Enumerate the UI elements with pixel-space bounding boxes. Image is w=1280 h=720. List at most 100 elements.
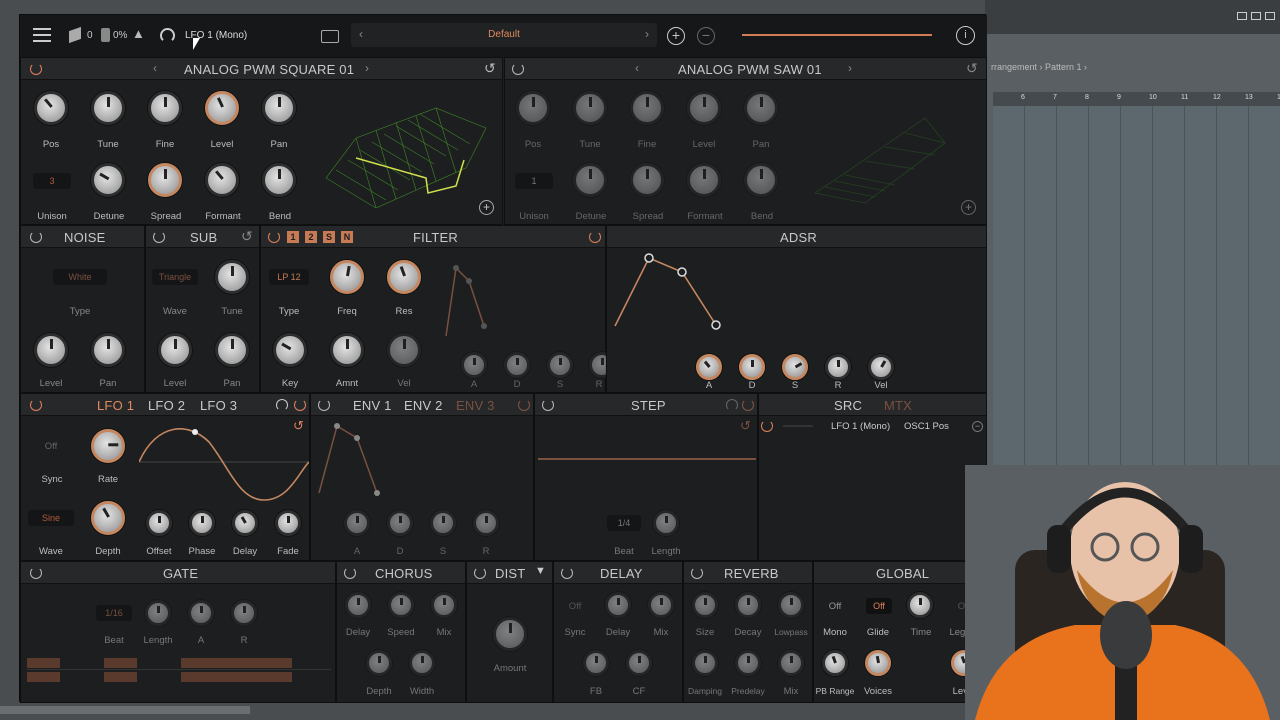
env-retrig-icon[interactable] <box>518 399 530 411</box>
step-reset-icon[interactable]: ↺ <box>740 418 751 434</box>
osc2-unison-value[interactable]: 1 <box>515 173 553 189</box>
env-tab-3[interactable]: ENV 3 <box>456 398 495 413</box>
chorus-width-knob[interactable] <box>409 650 435 676</box>
chorus-delay-knob[interactable] <box>345 592 371 618</box>
osc1-formant-knob[interactable] <box>205 163 239 197</box>
preset-next-icon[interactable]: › <box>645 27 649 41</box>
osc2-reset-icon[interactable]: ↺ <box>966 60 978 77</box>
filter-amnt-knob[interactable] <box>330 333 364 367</box>
reverb-power-icon[interactable] <box>691 567 703 579</box>
filter-env-s-knob[interactable] <box>547 352 573 378</box>
delay-mix-knob[interactable] <box>648 592 674 618</box>
delay-delay-knob[interactable] <box>605 592 631 618</box>
global-glide-value[interactable]: Off <box>866 598 892 614</box>
sub-wave-value[interactable]: Triangle <box>152 269 198 285</box>
filter-type-value[interactable]: LP 12 <box>269 269 309 285</box>
lfo-tab-2[interactable]: LFO 2 <box>148 398 185 413</box>
chorus-depth-knob[interactable] <box>366 650 392 676</box>
lfo-rate-knob[interactable] <box>91 429 125 463</box>
lfo-tab-3[interactable]: LFO 3 <box>200 398 237 413</box>
lfo-power-icon[interactable] <box>30 399 42 411</box>
matrix-src-tab[interactable]: SRC <box>834 398 862 413</box>
sub-tune-knob[interactable] <box>215 260 249 294</box>
reverb-predelay-knob[interactable] <box>735 650 761 676</box>
global-time-knob[interactable] <box>907 592 933 618</box>
lfo-source-icon[interactable] <box>160 28 175 43</box>
adsr-d-knob[interactable] <box>739 354 765 380</box>
delay-cf-knob[interactable] <box>626 650 652 676</box>
info-icon[interactable]: i <box>956 26 975 45</box>
gate-r-knob[interactable] <box>231 600 257 626</box>
lfo-delay-knob[interactable] <box>232 510 258 536</box>
env-a-knob[interactable] <box>344 510 370 536</box>
noise-level-knob[interactable] <box>34 333 68 367</box>
osc1-pan-knob[interactable] <box>262 91 296 125</box>
lfo-reset-icon[interactable]: ↺ <box>293 418 304 434</box>
gate-length-knob[interactable] <box>145 600 171 626</box>
osc2-next-icon[interactable]: › <box>848 61 852 75</box>
master-volume-slider[interactable] <box>742 34 932 36</box>
filter-res-knob[interactable] <box>387 260 421 294</box>
dist-dropdown-icon[interactable]: ▼ <box>535 565 546 577</box>
osc2-fine-knob[interactable] <box>630 91 664 125</box>
osc1-detune-knob[interactable] <box>91 163 125 197</box>
osc1-prev-icon[interactable]: ‹ <box>153 61 157 75</box>
sub-pan-knob[interactable] <box>215 333 249 367</box>
env-s-knob[interactable] <box>430 510 456 536</box>
filter-env-d-knob[interactable] <box>504 352 530 378</box>
step-power-icon[interactable] <box>542 399 554 411</box>
maximize-icon[interactable] <box>1251 12 1261 20</box>
dist-power-icon[interactable] <box>474 567 486 579</box>
reverb-mix-knob[interactable] <box>778 650 804 676</box>
step-length-knob[interactable] <box>653 510 679 536</box>
global-voices-knob[interactable] <box>865 650 891 676</box>
remove-preset-icon[interactable]: − <box>697 27 715 45</box>
noise-power-icon[interactable] <box>30 231 42 243</box>
reverb-size-knob[interactable] <box>692 592 718 618</box>
env-tab-2[interactable]: ENV 2 <box>404 398 443 413</box>
osc2-detune-knob[interactable] <box>573 163 607 197</box>
osc1-next-icon[interactable]: › <box>365 61 369 75</box>
folder-icon[interactable] <box>321 30 339 43</box>
osc1-power-icon[interactable] <box>30 63 42 75</box>
lfo-phase-knob[interactable] <box>189 510 215 536</box>
filter-key-knob[interactable] <box>273 333 307 367</box>
step-beat-value[interactable]: 1/4 <box>607 515 641 531</box>
delay-fb-knob[interactable] <box>583 650 609 676</box>
adsr-a-knob[interactable] <box>696 354 722 380</box>
minimize-icon[interactable] <box>1237 12 1247 20</box>
osc1-tune-knob[interactable] <box>91 91 125 125</box>
filter-env-a-knob[interactable] <box>461 352 487 378</box>
sub-level-knob[interactable] <box>158 333 192 367</box>
menu-icon[interactable] <box>33 28 51 30</box>
osc1-bend-knob[interactable] <box>262 163 296 197</box>
env-tab-1[interactable]: ENV 1 <box>353 398 392 413</box>
chorus-power-icon[interactable] <box>344 567 356 579</box>
env-power-icon[interactable] <box>318 399 330 411</box>
matrix-mtx-tab[interactable]: MTX <box>884 398 912 413</box>
lfo-drag-icon[interactable] <box>276 399 288 411</box>
global-pb-range-knob[interactable] <box>822 650 848 676</box>
osc2-power-icon[interactable] <box>512 63 524 75</box>
gate-beat-value[interactable]: 1/16 <box>96 605 132 621</box>
reverb-decay-knob[interactable] <box>735 592 761 618</box>
filter-tab-2[interactable]: 2 <box>305 231 317 243</box>
matrix-row-amount-slider[interactable] <box>783 425 813 427</box>
delay-power-icon[interactable] <box>561 567 573 579</box>
noise-type-value[interactable]: White <box>53 269 107 285</box>
matrix-row-power-icon[interactable] <box>761 420 773 432</box>
step-retrig-icon[interactable] <box>742 399 754 411</box>
osc2-tune-knob[interactable] <box>573 91 607 125</box>
osc1-spread-knob[interactable] <box>148 163 182 197</box>
osc1-unison-value[interactable]: 3 <box>33 173 71 189</box>
filter-tab-1[interactable]: 1 <box>287 231 299 243</box>
adsr-r-knob[interactable] <box>825 354 851 380</box>
reverb-damping-knob[interactable] <box>692 650 718 676</box>
chorus-speed-knob[interactable] <box>388 592 414 618</box>
global-mono-value[interactable]: Off <box>825 601 845 612</box>
matrix-row-destination[interactable]: OSC1 Pos <box>904 421 949 432</box>
matrix-row-source[interactable]: LFO 1 (Mono) <box>831 421 890 432</box>
chorus-mix-knob[interactable] <box>431 592 457 618</box>
sub-reset-icon[interactable]: ↺ <box>241 228 253 245</box>
filter-vel-knob[interactable] <box>387 333 421 367</box>
